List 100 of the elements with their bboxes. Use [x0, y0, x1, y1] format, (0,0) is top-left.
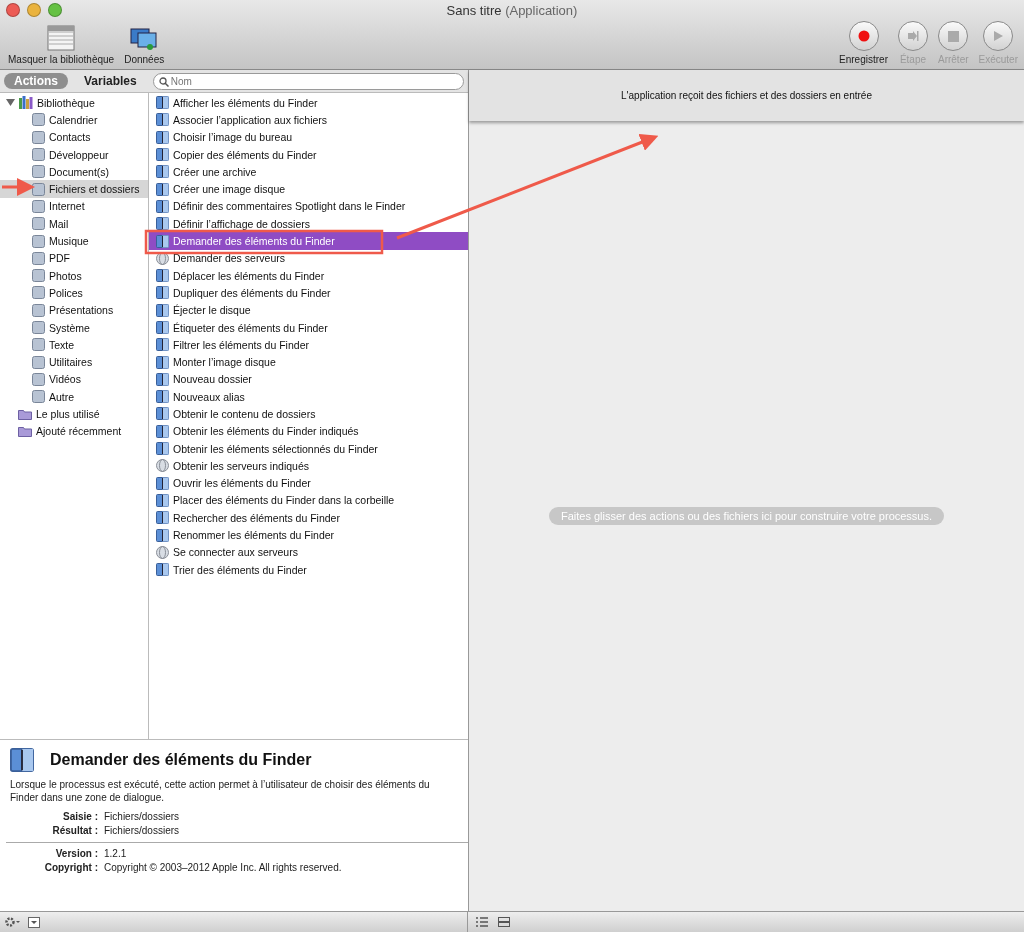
compact-view-icon[interactable]	[498, 917, 510, 927]
action-item[interactable]: Créer une image disque	[149, 180, 468, 198]
toolbar-button[interactable]: Données	[122, 25, 167, 65]
finder-icon	[156, 372, 169, 386]
category-icon	[32, 269, 45, 283]
field-label: Version :	[54, 847, 98, 861]
action-description: Lorsque le processus est exécuté, cette action permet à l’utilisateur de choisir des éléments du Finder dans une zone de dialogue.	[10, 778, 431, 804]
list-view-icon[interactable]	[476, 917, 488, 927]
category-item[interactable]: Internet	[0, 197, 148, 216]
category-icon	[32, 338, 45, 352]
action-item[interactable]: Déplacer les éléments du Finder	[149, 266, 468, 285]
category-item[interactable]: Utilitaires	[0, 353, 148, 371]
folder-icon	[18, 425, 32, 438]
smart-group-item[interactable]: Le plus utilisé	[0, 405, 148, 423]
category-icon	[32, 199, 45, 213]
category-icon	[32, 390, 45, 404]
action-item[interactable]: Étiqueter des éléments du Finder	[149, 318, 468, 337]
library-item[interactable]: Bibliothèque	[0, 94, 148, 112]
category-icon	[32, 182, 45, 196]
books-icon	[19, 96, 33, 110]
category-item[interactable]: Texte	[0, 336, 148, 354]
action-item[interactable]: Demander des éléments du Finder	[149, 232, 468, 250]
finder-icon	[156, 390, 169, 404]
category-item[interactable]: PDF	[0, 249, 148, 267]
toolbar-button[interactable]: Masquer la bibliothèque	[6, 25, 117, 65]
action-item[interactable]: Obtenir les serveurs indiqués	[149, 457, 468, 475]
step-icon	[906, 30, 919, 42]
action-item[interactable]: Créer une archive	[149, 163, 468, 181]
minimize-button[interactable]	[27, 3, 41, 17]
category-icon	[32, 303, 45, 317]
category-item[interactable]: Autre	[0, 388, 148, 406]
media-icon	[130, 25, 159, 51]
category-item[interactable]: Présentations	[0, 301, 148, 319]
table-icon	[47, 25, 76, 51]
finder-icon	[156, 442, 169, 456]
category-item[interactable]: Polices	[0, 284, 148, 302]
close-button[interactable]	[6, 3, 20, 17]
category-icon	[32, 286, 45, 300]
action-item[interactable]: Définir l’affichage de dossiers	[149, 215, 468, 233]
search-field[interactable]: Nom	[152, 72, 464, 90]
action-item[interactable]: Dupliquer des éléments du Finder	[149, 284, 468, 302]
action-item[interactable]: Copier des éléments du Finder	[149, 145, 468, 164]
finder-icon	[156, 199, 169, 213]
category-icon	[32, 130, 45, 144]
finder-icon	[156, 182, 169, 196]
panel-toggle-icon[interactable]	[28, 916, 40, 928]
category-item[interactable]: Vidéos	[0, 370, 148, 389]
category-item[interactable]: Calendrier	[0, 111, 148, 129]
globe-icon	[156, 459, 169, 473]
action-item[interactable]: Choisir l’image du bureau	[149, 128, 468, 146]
action-item[interactable]: Filtrer les éléments du Finder	[149, 336, 468, 354]
action-item[interactable]: Placer des éléments du Finder dans la corbeille	[149, 491, 468, 510]
smart-group-item[interactable]: Ajouté récemment	[0, 422, 148, 440]
action-item[interactable]: Associer l’application aux fichiers	[149, 111, 468, 129]
finder-icon	[156, 303, 169, 317]
action-item[interactable]: Renommer les éléments du Finder	[149, 526, 468, 544]
gear-icon[interactable]	[4, 916, 20, 928]
category-item[interactable]: Développeur	[0, 145, 148, 164]
tab[interactable]: Variables	[74, 73, 147, 89]
workflow-header: L'application reçoit des fichiers et des dossiers en entrée	[469, 70, 1024, 121]
category-item[interactable]: Fichiers et dossiers	[0, 180, 148, 198]
category-item[interactable]: Photos	[0, 266, 148, 285]
action-item[interactable]: Monter l’image disque	[149, 353, 468, 371]
action-item[interactable]: Trier des éléments du Finder	[149, 561, 468, 579]
action-item[interactable]: Se connecter aux serveurs	[149, 543, 468, 561]
category-icon	[32, 113, 45, 127]
globe-icon	[156, 545, 169, 559]
action-item[interactable]: Éjecter le disque	[149, 301, 468, 319]
folder-icon	[18, 408, 32, 420]
annotation-arrow	[2, 178, 35, 196]
category-item[interactable]: Document(s)	[0, 163, 148, 181]
category-item[interactable]: Mail	[0, 215, 148, 233]
action-item[interactable]: Obtenir les éléments sélectionnés du Finder	[149, 439, 468, 458]
category-item[interactable]: Système	[0, 318, 148, 337]
action-item[interactable]: Nouveau dossier	[149, 370, 468, 389]
action-item[interactable]: Définir des commentaires Spotlight dans le Finder	[149, 197, 468, 216]
field-value: Fichiers/dossiers	[104, 810, 181, 824]
window-title: Sans titre (Application)	[446, 2, 578, 18]
action-item[interactable]: Afficher les éléments du Finder	[149, 94, 468, 112]
stop-icon	[947, 30, 959, 42]
category-icon	[32, 355, 45, 369]
category-icon	[32, 251, 45, 265]
action-item[interactable]: Nouveaux alias	[149, 388, 468, 406]
category-icon	[32, 234, 45, 248]
action-item[interactable]: Demander des serveurs	[149, 249, 468, 267]
category-icon	[32, 217, 45, 231]
action-item[interactable]: Rechercher des éléments du Finder	[149, 509, 468, 527]
category-icon	[32, 165, 45, 179]
action-title: Demander des éléments du Finder	[50, 751, 312, 769]
zoom-button[interactable]	[48, 3, 62, 17]
category-item[interactable]: Contacts	[0, 128, 148, 146]
toolbar-button[interactable]: Enregistrer	[837, 21, 890, 65]
category-item[interactable]: Musique	[0, 232, 148, 250]
finder-icon	[156, 407, 169, 421]
play-icon	[992, 30, 1005, 42]
action-item[interactable]: Obtenir le contenu de dossiers	[149, 405, 468, 423]
action-item[interactable]: Ouvrir les éléments du Finder	[149, 474, 468, 492]
action-item[interactable]: Obtenir les éléments du Finder indiqués	[149, 422, 468, 440]
finder-icon	[156, 286, 169, 300]
finder-icon	[156, 165, 169, 179]
